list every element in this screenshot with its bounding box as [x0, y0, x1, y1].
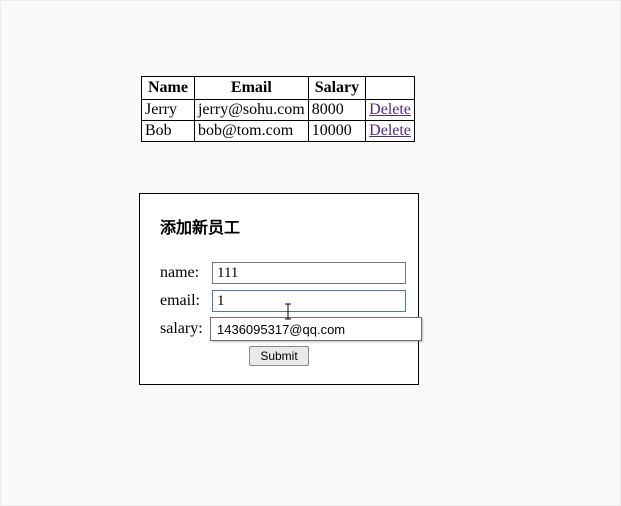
name-label: name: [160, 264, 212, 282]
delete-link[interactable]: Delete [369, 122, 411, 139]
name-input[interactable] [212, 262, 406, 284]
email-label: email: [160, 292, 212, 310]
email-input[interactable] [212, 290, 406, 312]
cell-email: jerry@sohu.com [194, 100, 308, 121]
col-salary: Salary [308, 77, 365, 100]
row-email: email: [160, 290, 398, 312]
form-title: 添加新员工 [160, 214, 398, 238]
submit-row: Submit [160, 346, 398, 366]
cell-salary: 8000 [308, 100, 365, 121]
page: Name Email Salary Jerry jerry@sohu.com 8… [0, 0, 621, 506]
table-header-row: Name Email Salary [142, 77, 415, 100]
delete-link[interactable]: Delete [369, 101, 411, 118]
row-name: name: [160, 262, 398, 284]
salary-label: salary: [160, 320, 212, 338]
col-email: Email [194, 77, 308, 100]
col-name: Name [142, 77, 195, 100]
employee-table: Name Email Salary Jerry jerry@sohu.com 8… [141, 76, 415, 142]
submit-button[interactable]: Submit [249, 346, 308, 366]
table-row: Bob bob@tom.com 10000 Delete [142, 121, 415, 142]
table-row: Jerry jerry@sohu.com 8000 Delete [142, 100, 415, 121]
cell-name: Jerry [142, 100, 195, 121]
cell-name: Bob [142, 121, 195, 142]
email-autocomplete-suggestion[interactable]: 1436095317@qq.com [210, 317, 422, 341]
cell-email: bob@tom.com [194, 121, 308, 142]
col-action [366, 77, 415, 100]
add-employee-form: 添加新员工 name: email: salary: Submit [139, 193, 419, 385]
cell-salary: 10000 [308, 121, 365, 142]
